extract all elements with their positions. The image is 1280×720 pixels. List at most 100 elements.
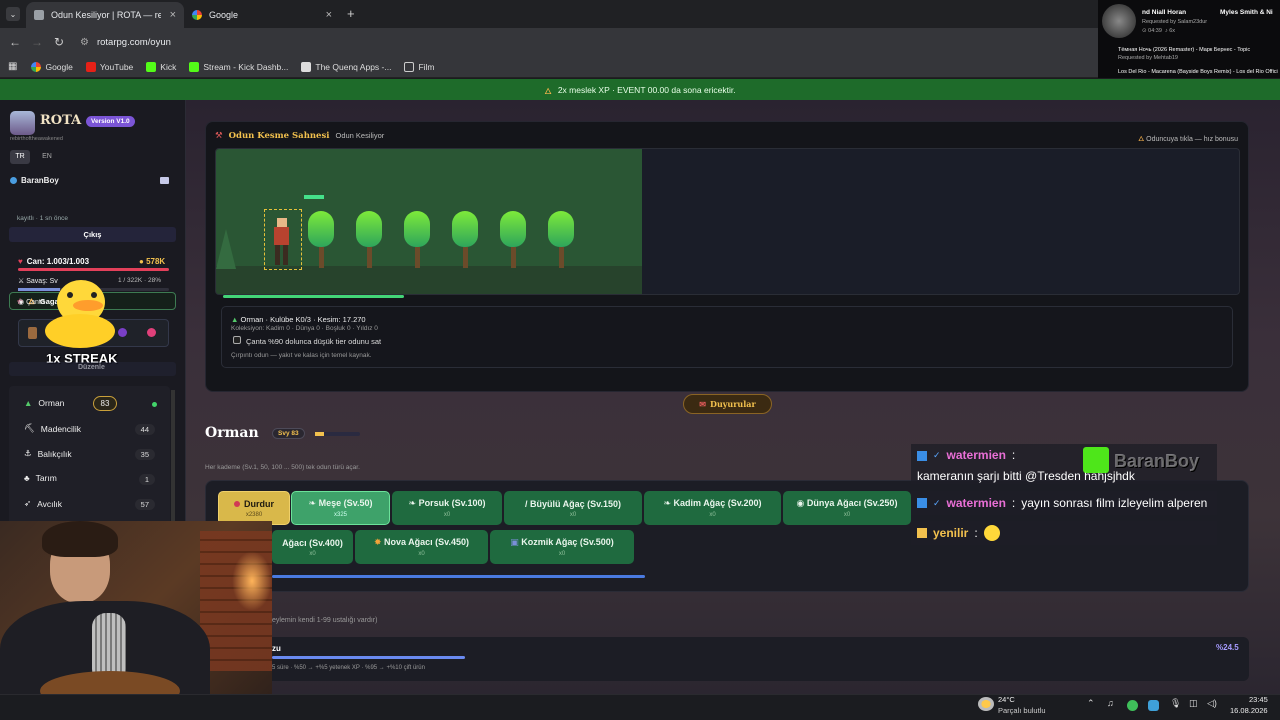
grid-scroll-bar[interactable] [272,575,645,578]
clock-date[interactable]: 16.08.2026 [1230,706,1268,715]
tray-mic-icon[interactable]: 🎙 [1170,698,1181,709]
tree-sv400[interactable]: Ağacı (Sv.400) x0 [272,530,353,564]
close-tab-icon[interactable]: × [170,9,176,21]
weather-desc[interactable]: Parçalı bulutlu [998,706,1046,715]
chat-message: ✓ watermien : yayın sonrası film izleyel… [911,491,1217,515]
mastery-card [205,637,1249,681]
mastery-percent: %24.5 [1216,643,1239,652]
bookmark-quenq[interactable]: The Quenq Apps -... [301,61,391,72]
tree-dunya[interactable]: ◉ Dünya Ağacı (Sv.250) x0 [783,491,911,525]
weather-temp[interactable]: 24°C [998,695,1015,704]
tree-sprite[interactable] [308,211,334,247]
logo-text: ROTA [40,113,82,128]
announcements-button[interactable]: ✉ Duyurular [683,394,772,414]
banner-text: 2x meslek XP · EVENT 00.00 da sona erice… [557,84,736,95]
tray-shield-icon[interactable] [1148,700,1159,711]
skill-madencilik[interactable]: ⛏ Madencilik [24,423,81,434]
save-status: kayıtlı · 1 sn önce [17,215,68,222]
tree-trunk [415,247,420,268]
skill-balikcilik[interactable]: ⚓ Balıkçılık [24,448,72,459]
address-bar[interactable]: ⚙ rotarpg.com/oyun [80,33,1080,51]
star-icon: ✸ [373,537,382,547]
pickaxe-icon: ⛏ [24,423,35,433]
apps-grid-icon[interactable]: ▦ [8,61,17,72]
tray-network-icon[interactable]: ◫ [1189,698,1198,709]
active-dot [152,402,157,407]
bookmark-kick[interactable]: Kick [146,61,176,72]
tree-sprite[interactable] [548,211,574,247]
tree-kadim[interactable]: ❧ Kadim Ağaç (Sv.200) x0 [644,491,781,525]
skill-orman[interactable]: ▲ Orman [24,398,64,408]
tree-trunk [559,247,564,268]
chat-username: watermien [946,448,1006,462]
edit-bar [9,362,176,376]
tree-sprite[interactable] [356,211,382,247]
skill-tarim[interactable]: ♣ Tarım [24,473,57,483]
gem-slot-icon[interactable] [147,328,156,337]
verified-icon: ✓ [933,497,941,508]
woodcutting-canvas[interactable] [215,148,1240,295]
chat-username: watermien [946,496,1006,510]
bookmark-label: Stream - Kick Dashb... [203,61,289,72]
woodcutter[interactable] [264,209,302,270]
google-icon [31,61,42,72]
message-icon[interactable] [160,177,169,184]
lang-tr-button[interactable]: TR [10,150,30,164]
clock-time[interactable]: 23:45 [1249,695,1268,704]
tree-porsuk[interactable]: ❧ Porsuk (Sv.100) x0 [392,491,502,525]
bg-tree-shape [216,229,236,269]
tab-google[interactable]: Google × [184,2,340,28]
queue-item-requested: Requested by Mehtab19 [1118,55,1178,61]
progress-bar [223,295,404,298]
bookmark-youtube[interactable]: YouTube [85,61,133,72]
tree-sprite[interactable] [500,211,526,247]
skill-avcilik[interactable]: ➶ Avcılık [24,498,62,509]
chat-message: yenilir : [911,521,1217,545]
google-icon [192,10,202,20]
album-art [1102,4,1136,38]
close-tab-icon[interactable]: × [326,9,332,21]
weather-icon[interactable] [978,697,994,711]
sell-checkbox[interactable] [233,336,241,344]
forward-icon[interactable]: → [26,31,48,53]
tree-sprite[interactable] [452,211,478,247]
bookmark-kick-dashboard[interactable]: Stream - Kick Dashb... [189,61,289,72]
tray-chevron-icon[interactable]: ⌃ [1087,698,1095,709]
logout-button[interactable]: Çıkış [9,227,176,242]
back-icon[interactable]: ← [4,31,26,53]
stop-button[interactable]: Durdur x2380 [218,491,290,525]
tree-trunk [367,247,372,268]
reload-icon[interactable]: ↻ [48,31,70,53]
bookmark-google[interactable]: Google [31,61,73,72]
tray-volume-icon[interactable]: ◁) [1207,698,1217,709]
ground [216,266,642,294]
site-info-icon[interactable]: ⚙ [80,37,89,48]
tray-green-icon[interactable] [1127,700,1138,711]
mastery-note: eylemin kendi 1-99 ustalığı vardır) [272,617,378,624]
folder-icon [404,61,415,72]
tree-nova[interactable]: ✸ Nova Ağacı (Sv.450) x0 [355,530,488,564]
leaf-icon: ❧ [408,498,417,508]
tree-kozmik[interactable]: ▣ Kozmik Ağaç (Sv.500) x0 [490,530,634,564]
tray-audio-icon[interactable]: ♫ [1107,698,1114,708]
queue-item: Тёмная Ночь (2026 Remaster) - Марк Берне… [1118,47,1251,53]
skill-scrollbar[interactable] [171,390,175,530]
tree-mese[interactable]: ❧ Meşe (Sv.50) x325 [291,491,390,525]
wood-slot-icon[interactable] [28,327,37,339]
coin-icon: ● [139,257,144,266]
leaf-icon: ❧ [663,498,671,508]
bookmark-film[interactable]: Film [404,61,435,72]
sell-checkbox-label[interactable]: Çanta %90 dolunca düşük tier odunu sat [246,337,381,346]
new-tab-button[interactable]: + [347,6,355,21]
lang-en-button[interactable]: EN [37,150,57,164]
duck-mascot [45,280,125,350]
section-xp-bar [315,432,360,436]
tab-oyun[interactable]: Odun Kesiliyor | ROTA — re × [26,2,184,28]
tab-list-chevron-icon[interactable]: ⌄ [6,7,20,21]
tree-buyulu[interactable]: / Büyülü Ağaç (Sv.150) x0 [504,491,642,525]
url-text[interactable]: rotarpg.com/oyun [97,37,171,48]
tree-trunk [463,247,468,268]
tree-trunk [511,247,516,268]
tree-sprite[interactable] [404,211,430,247]
forest-area[interactable] [216,149,642,294]
